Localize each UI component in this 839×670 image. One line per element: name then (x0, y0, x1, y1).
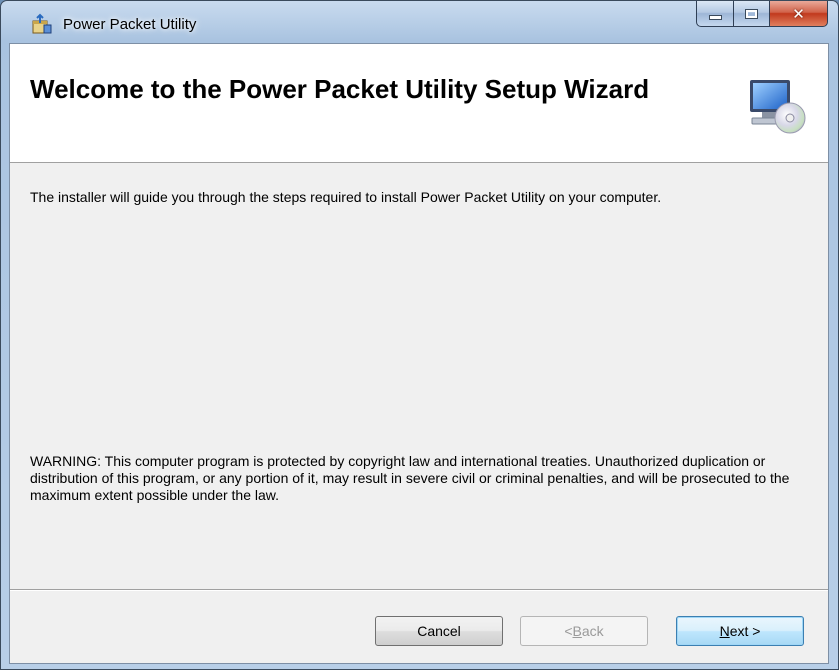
minimize-icon (708, 15, 722, 20)
back-button[interactable]: < Back (520, 616, 648, 646)
wizard-banner: Welcome to the Power Packet Utility Setu… (10, 44, 828, 163)
window-title: Power Packet Utility (63, 16, 197, 33)
installer-window: Power Packet Utility ✕ Welcome to the Po… (0, 0, 839, 670)
maximize-button[interactable] (734, 1, 770, 27)
back-label-accelerator: B (572, 623, 582, 639)
maximize-icon (745, 8, 758, 19)
close-icon: ✕ (792, 4, 805, 23)
computer-cd-icon (750, 80, 806, 134)
close-button[interactable]: ✕ (770, 1, 828, 27)
copyright-warning: WARNING: This computer program is protec… (30, 453, 790, 503)
cancel-button[interactable]: Cancel (375, 616, 503, 646)
title-bar[interactable]: Power Packet Utility ✕ (1, 1, 838, 43)
cancel-label: Cancel (417, 623, 461, 639)
installer-package-icon (32, 13, 52, 34)
minimize-button[interactable] (696, 1, 734, 27)
wizard-title: Welcome to the Power Packet Utility Setu… (30, 74, 650, 104)
back-label-rest: ack (581, 623, 604, 639)
intro-text: The installer will guide you through the… (30, 189, 662, 205)
next-button[interactable]: Next > (676, 616, 804, 646)
next-label-accelerator: N (719, 623, 730, 639)
footer-divider (10, 589, 828, 591)
wizard-client-area: Welcome to the Power Packet Utility Setu… (9, 43, 829, 664)
back-label-prefix: < (564, 623, 573, 639)
wizard-body: The installer will guide you through the… (10, 163, 828, 583)
caption-buttons: ✕ (696, 1, 828, 27)
next-label-rest: ext > (729, 623, 761, 639)
